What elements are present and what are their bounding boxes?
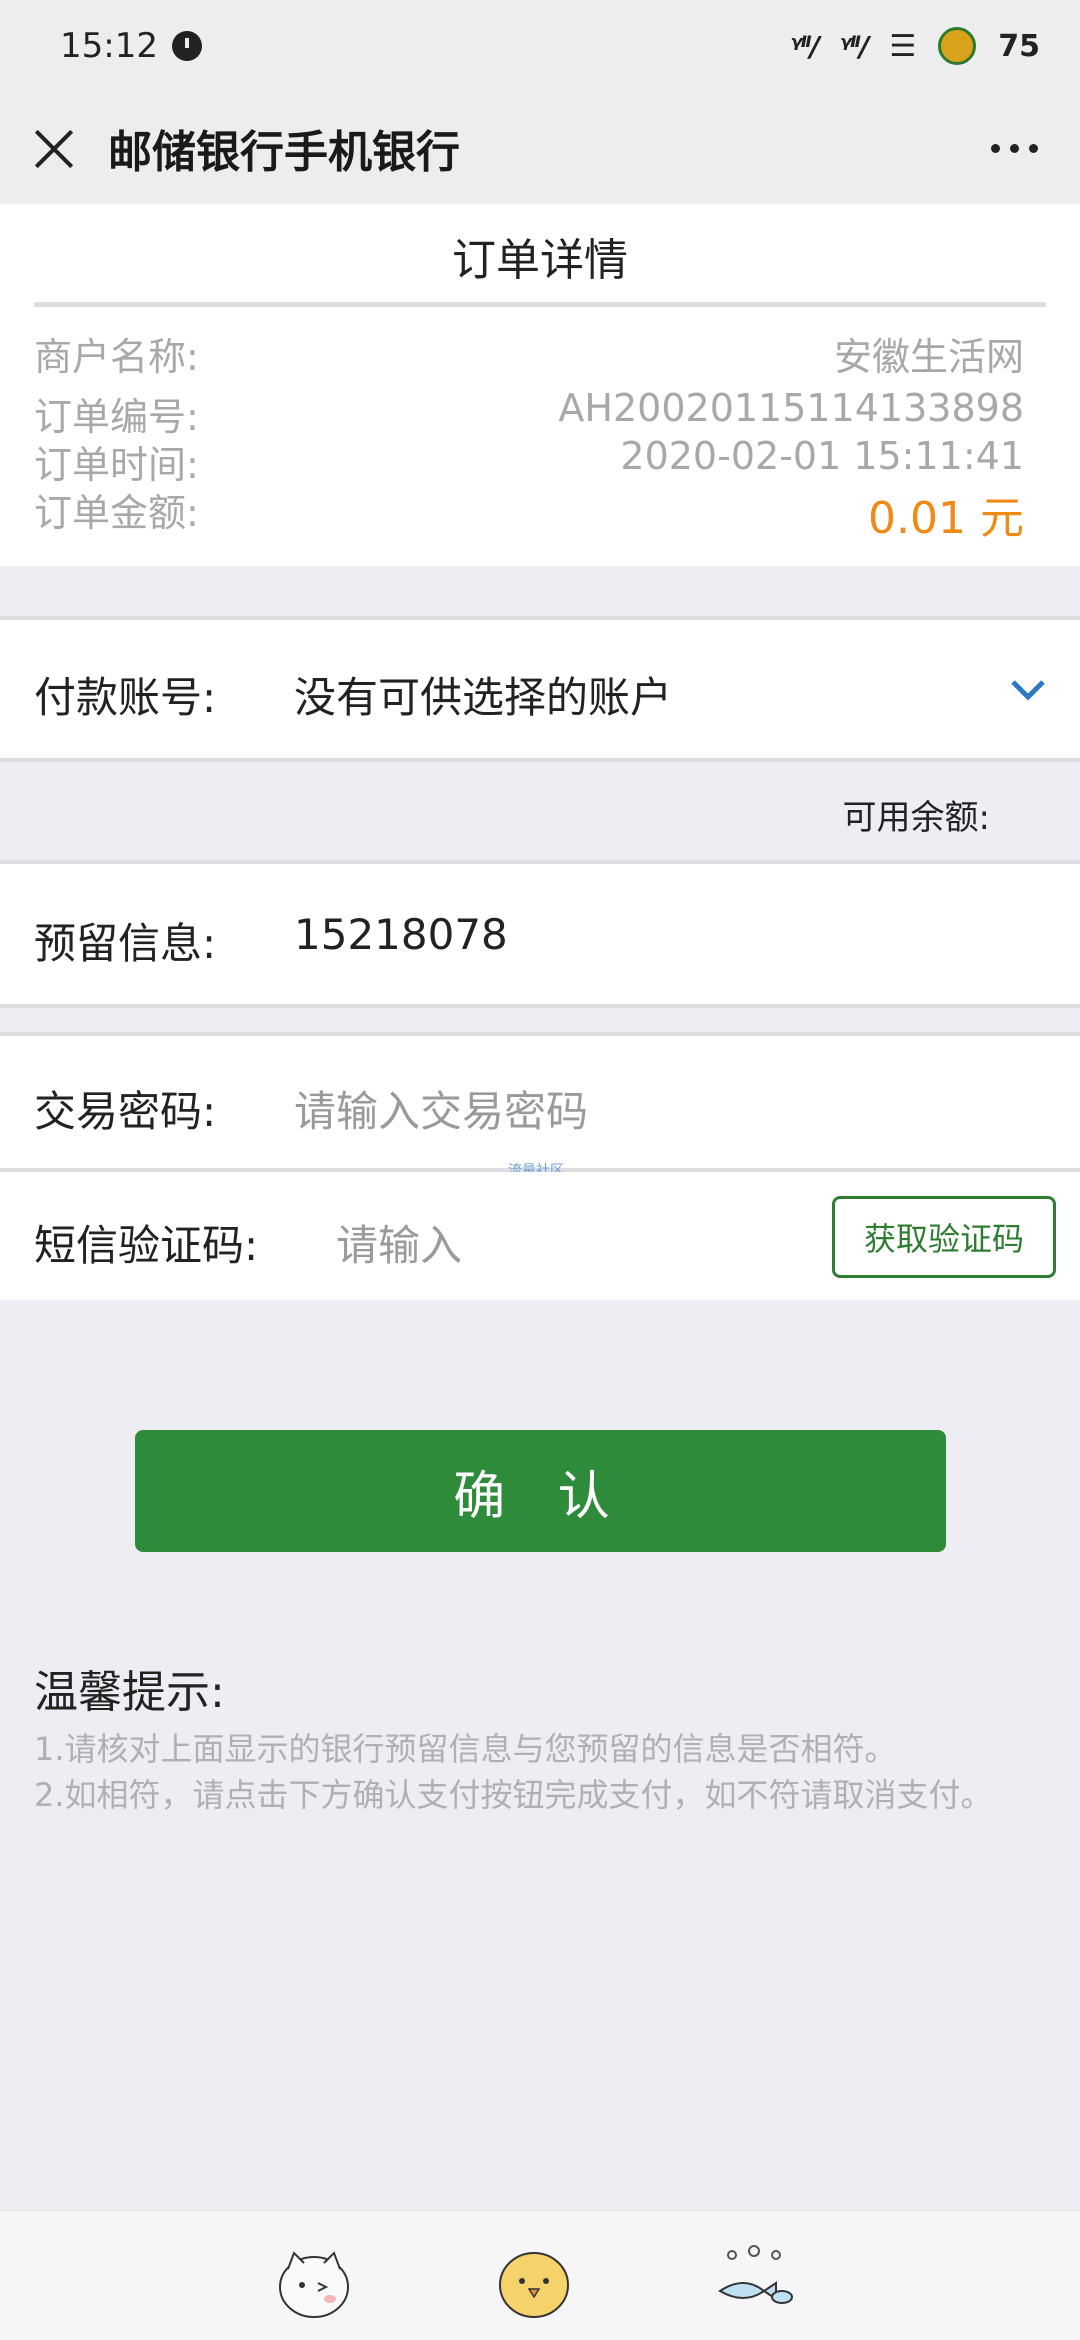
balance-label: 可用余额:	[842, 798, 990, 838]
tips-title: 温馨提示:	[34, 1667, 225, 1718]
account-section[interactable]: 付款账号: 没有可供选择的账户	[0, 620, 1080, 758]
signal-icon: ᵞᴵᴵ/	[790, 29, 820, 63]
signal-icon-2: ᵞᴵᴵ/	[839, 29, 869, 63]
chevron-down-icon[interactable]	[1010, 672, 1046, 708]
merchant-row: 商户名称: 安徽生活网	[34, 326, 1024, 381]
battery-level: 75	[998, 28, 1040, 64]
password-input[interactable]: 请输入交易密码	[294, 1078, 588, 1139]
cat-sticker-icon[interactable]	[274, 2241, 354, 2321]
order-amount-label: 订单金额:	[34, 491, 199, 535]
get-sms-code-button[interactable]: 获取验证码	[832, 1196, 1056, 1278]
merchant-value: 安徽生活网	[833, 335, 1024, 379]
order-time-row: 订单时间: 2020-02-01 15:11:41	[34, 434, 1024, 489]
divider	[0, 1004, 1080, 1008]
merchant-label: 商户名称:	[34, 335, 199, 379]
order-no-value: AH20020115114133898	[558, 386, 1024, 430]
order-amount-value: 0.01 元	[868, 493, 1024, 544]
page-title: 邮储银行手机银行	[108, 127, 460, 178]
reserved-info-label: 预留信息:	[34, 919, 217, 968]
tips-text: 1.请核对上面显示的银行预留信息与您预留的信息是否相符。 2.如相符，请点击下方…	[34, 1726, 1014, 1818]
password-section: 交易密码: 请输入交易密码	[0, 1036, 1080, 1168]
status-bar: 15:12 ᵞᴵᴵ/ ᵞᴵᴵ/ ☰ 75	[0, 0, 1080, 92]
alarm-icon	[171, 31, 202, 61]
status-time: 15:12	[60, 26, 158, 66]
wifi-icon: ☰	[889, 28, 917, 64]
sms-label: 短信验证码:	[34, 1221, 259, 1270]
title-bar: 邮储银行手机银行	[0, 92, 1080, 204]
divider	[0, 758, 1080, 762]
battery-icon	[938, 27, 977, 65]
account-label: 付款账号:	[34, 673, 217, 722]
confirm-button[interactable]: 确 认	[135, 1430, 946, 1552]
order-time-value: 2020-02-01 15:11:41	[620, 434, 1024, 478]
tips-line-2: 2.如相符，请点击下方确认支付按钮完成支付，如不符请取消支付。	[34, 1776, 993, 1814]
order-detail-card: 订单详情 商户名称: 安徽生活网 订单编号: AH200201151141338…	[0, 204, 1080, 566]
account-value: 没有可供选择的账户	[294, 673, 673, 722]
status-right: ᵞᴵᴵ/ ᵞᴵᴵ/ ☰ 75	[791, 27, 1040, 65]
close-icon[interactable]	[30, 124, 78, 172]
password-label: 交易密码:	[34, 1087, 217, 1136]
fish-sticker-icon[interactable]	[714, 2241, 794, 2321]
order-detail-title: 订单详情	[452, 235, 628, 286]
order-time-label: 订单时间:	[34, 443, 199, 487]
order-no-row: 订单编号: AH20020115114133898	[34, 386, 1024, 441]
order-divider	[34, 302, 1046, 307]
more-options-icon[interactable]	[991, 143, 1038, 153]
tips-line-1: 1.请核对上面显示的银行预留信息与您预留的信息是否相符。	[34, 1730, 897, 1768]
order-amount-row: 订单金额: 0.01 元	[34, 482, 1024, 546]
reserved-info-section: 预留信息: 15218078	[0, 864, 1080, 1004]
reserved-info-value: 15218078	[294, 910, 508, 959]
chick-sticker-icon[interactable]	[494, 2241, 574, 2321]
sticker-bar	[0, 2210, 1080, 2340]
order-no-label: 订单编号:	[34, 395, 199, 439]
sms-code-input[interactable]: 请输入	[336, 1212, 462, 1273]
